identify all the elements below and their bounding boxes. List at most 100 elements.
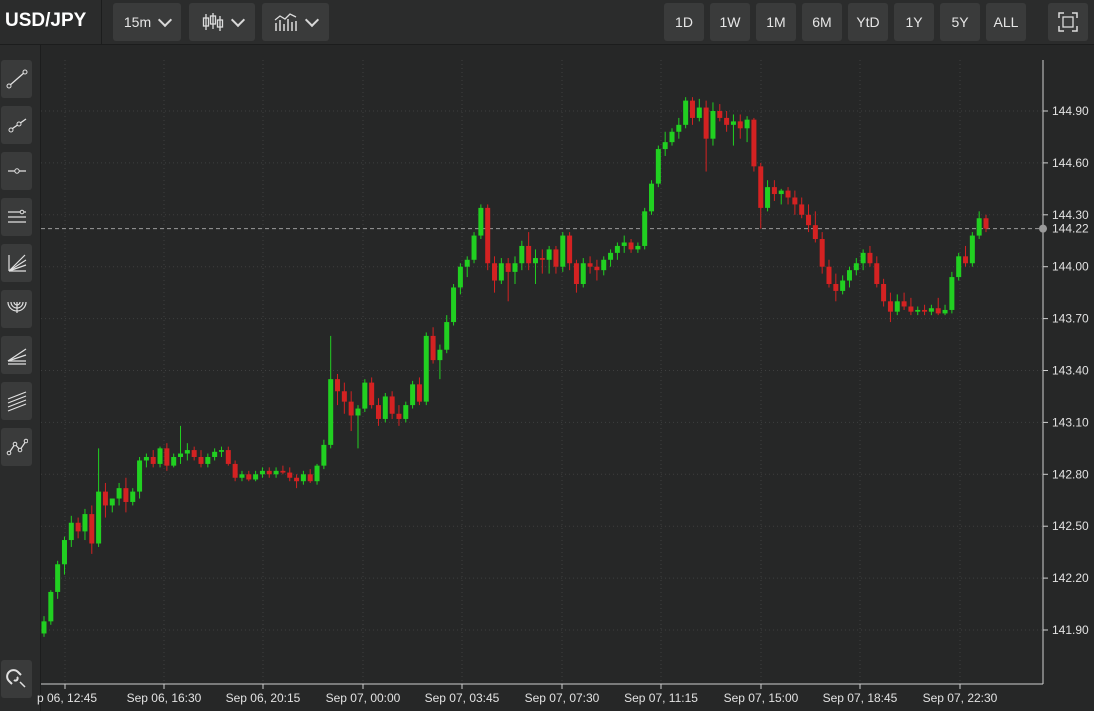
y-tick-label: 142.80: [1052, 467, 1089, 481]
candle-body: [465, 260, 470, 267]
candle: [308, 469, 313, 483]
candle-body: [820, 239, 825, 267]
candle: [42, 616, 47, 637]
candle-body: [513, 263, 518, 272]
candle: [574, 260, 579, 293]
candle-body: [485, 208, 490, 263]
candle-body: [42, 621, 47, 633]
candle: [212, 448, 217, 460]
candle: [48, 590, 53, 625]
candle-body: [287, 473, 292, 478]
candle: [499, 258, 504, 284]
candle: [588, 256, 593, 273]
candle-body: [881, 284, 886, 301]
candle: [130, 488, 135, 505]
y-tick-label: 143.40: [1052, 364, 1089, 378]
candle: [765, 180, 770, 211]
candle-body: [308, 474, 313, 481]
candle: [697, 99, 702, 121]
candle: [601, 256, 606, 275]
candle: [663, 132, 668, 156]
candle: [772, 180, 777, 201]
candle: [55, 561, 60, 599]
x-tick-label: Sep 07, 15:00: [724, 691, 799, 705]
candle: [239, 471, 244, 481]
candle: [956, 253, 961, 281]
candle: [833, 274, 838, 302]
candle-body: [48, 592, 53, 621]
candle: [738, 114, 743, 138]
candle-body: [970, 236, 975, 264]
candle-body: [553, 249, 558, 266]
candle-body: [151, 457, 156, 464]
candle-body: [478, 208, 483, 236]
candle-body: [949, 277, 954, 310]
x-tick-label: Sep 07, 03:45: [425, 691, 500, 705]
candle: [840, 275, 845, 294]
candle-body: [888, 301, 893, 311]
candle: [581, 258, 586, 287]
candle: [253, 471, 258, 481]
candle: [683, 97, 688, 128]
candle: [847, 267, 852, 288]
candle: [929, 305, 934, 315]
candle-body: [294, 478, 299, 481]
candle: [158, 447, 163, 468]
candle: [676, 118, 681, 139]
candle-body: [144, 457, 149, 460]
candle: [867, 246, 872, 267]
candle-body: [629, 242, 634, 249]
candle-body: [874, 263, 879, 284]
candle-body: [492, 263, 497, 280]
candle-body: [123, 488, 128, 502]
candle-body: [205, 457, 210, 464]
y-tick-label: 144.90: [1052, 104, 1089, 118]
x-tick-label: Sep 06, 16:30: [127, 691, 202, 705]
candle: [417, 377, 422, 405]
candle: [895, 294, 900, 315]
candle: [485, 204, 490, 270]
candle: [137, 457, 142, 499]
candle-body: [581, 263, 586, 284]
candle-body: [751, 120, 756, 167]
candle: [437, 345, 442, 380]
candle-body: [362, 383, 367, 409]
candle-body: [895, 301, 900, 311]
candle-body: [642, 211, 647, 246]
candle: [519, 241, 524, 270]
candle: [424, 332, 429, 405]
candle-body: [526, 246, 531, 263]
candle: [226, 447, 231, 466]
candle: [76, 518, 81, 539]
candle-body: [499, 263, 504, 280]
candle-body: [915, 310, 920, 312]
candle: [82, 509, 87, 540]
candle: [164, 443, 169, 471]
candle: [151, 450, 156, 467]
candle-body: [424, 336, 429, 402]
candle-body: [506, 263, 511, 272]
candle-body: [840, 281, 845, 291]
candlestick-chart[interactable]: 141.90142.20142.50142.80143.10143.40143.…: [0, 0, 1094, 711]
candle-body: [622, 242, 627, 245]
candle: [431, 327, 436, 363]
candle: [908, 298, 913, 315]
x-tick-label: Sep 07, 11:15: [624, 691, 698, 705]
candle-body: [472, 236, 477, 260]
candle-body: [396, 414, 401, 419]
candle-body: [765, 187, 770, 208]
candle-body: [806, 215, 811, 225]
candle: [103, 483, 108, 518]
candle: [267, 467, 272, 477]
current-price-label: 144.22: [1052, 222, 1089, 236]
candle: [526, 232, 531, 270]
candle: [608, 249, 613, 266]
candle-body: [833, 284, 838, 291]
chart-grid: [41, 60, 1043, 684]
candle: [123, 478, 128, 513]
candle-body: [533, 258, 538, 263]
candle-body: [635, 246, 640, 249]
candle: [506, 258, 511, 301]
candle: [615, 242, 620, 259]
x-tick-label: p 06, 12:45: [37, 691, 97, 705]
